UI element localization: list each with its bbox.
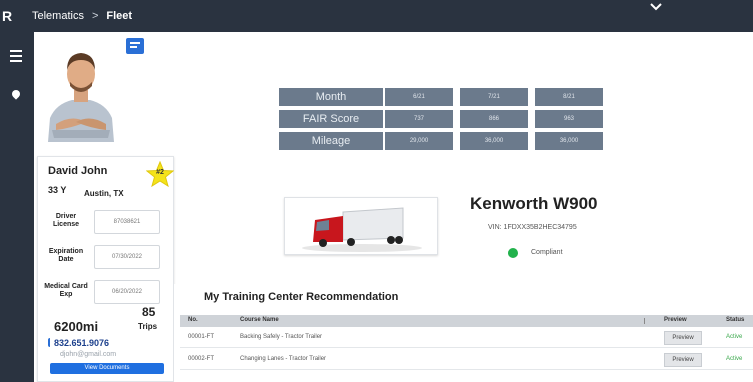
sort-icon[interactable] — [644, 318, 650, 324]
chevron-down-icon[interactable] — [650, 2, 662, 12]
trips-label: Trips — [138, 322, 158, 331]
column-header-status[interactable]: Status — [726, 317, 744, 323]
course-number: 00001-FT — [188, 334, 215, 340]
app-logo-icon[interactable]: R — [2, 8, 12, 24]
license-label: Driver License — [52, 213, 80, 228]
expiration-label: Expiration Date — [48, 248, 84, 263]
breadcrumb-current: Fleet — [106, 10, 133, 22]
training-table-header: No. Course Name Preview Status — [180, 315, 753, 327]
driver-location: Austin, TX — [84, 189, 124, 198]
course-status: Active — [726, 356, 743, 362]
medical-card-field[interactable]: 06/20/2022 — [94, 280, 160, 304]
vehicle-image-card[interactable] — [284, 197, 438, 255]
breadcrumb-root[interactable]: Telematics — [32, 10, 84, 22]
column-header-no[interactable]: No. — [188, 317, 198, 323]
course-name[interactable]: Changing Lanes - Tractor Trailer — [240, 356, 326, 362]
kpi-label: Month — [279, 88, 383, 106]
preview-button[interactable]: Preview — [664, 331, 702, 345]
location-pin-icon[interactable] — [10, 88, 22, 100]
kpi-label: FAIR Score — [279, 110, 383, 128]
kpi-label: Mileage — [279, 132, 383, 150]
preview-button[interactable]: Preview — [664, 353, 702, 367]
driver-name: David John — [48, 165, 108, 177]
training-title: My Training Center Recommendation — [204, 291, 399, 303]
truck-icon — [302, 207, 422, 252]
license-field[interactable]: 87038621 — [94, 210, 160, 234]
message-icon[interactable] — [126, 38, 144, 54]
driver-phone[interactable]: 832.651.9076 — [54, 338, 109, 348]
kpi-cell: 36,000 — [460, 132, 528, 150]
menu-icon[interactable] — [10, 50, 22, 65]
main-content: David John 33 Y Austin, TX #2 Driver Lic… — [34, 32, 753, 382]
course-name[interactable]: Backing Safely - Tractor Trailer — [240, 334, 322, 340]
driver-avatar — [42, 38, 120, 142]
vehicle-status: Compliant — [531, 249, 563, 256]
course-status: Active — [726, 334, 743, 340]
column-header-preview[interactable]: Preview — [664, 317, 687, 323]
driver-age: 33 Y — [48, 185, 67, 195]
left-sidebar — [0, 32, 34, 382]
status-indicator-icon — [508, 248, 518, 258]
rank-star-badge: #2 — [145, 160, 175, 188]
table-row[interactable]: 00002-FT Changing Lanes - Tractor Traile… — [180, 350, 753, 370]
view-documents-button[interactable]: View Documents — [50, 363, 164, 374]
course-number: 00002-FT — [188, 356, 215, 362]
kpi-cell: 737 — [385, 110, 453, 128]
rank-value: #2 — [156, 169, 164, 176]
kpi-cell: 8/21 — [535, 88, 603, 106]
breadcrumb-separator: > — [91, 10, 99, 22]
column-header-course[interactable]: Course Name — [240, 317, 279, 323]
kpi-cell: 6/21 — [385, 88, 453, 106]
breadcrumb: Telematics > Fleet — [32, 10, 132, 22]
kpi-cell: 36,000 — [535, 132, 603, 150]
driver-card: David John 33 Y Austin, TX #2 Driver Lic… — [37, 156, 175, 382]
vehicle-vin: VIN: 1FDXX35B2HEC34795 — [488, 224, 577, 231]
trips-count: 85 — [142, 305, 156, 319]
top-bar: R Telematics > Fleet — [0, 0, 753, 32]
medical-card-label: Medical Card Exp — [44, 283, 88, 298]
table-row[interactable]: 00001-FT Backing Safely - Tractor Traile… — [180, 328, 753, 348]
driver-email[interactable]: djohn@gmail.com — [60, 351, 116, 358]
kpi-cell: 7/21 — [460, 88, 528, 106]
kpi-cell: 963 — [535, 110, 603, 128]
vehicle-name: Kenworth W900 — [470, 194, 598, 213]
expiration-field[interactable]: 07/30/2022 — [94, 245, 160, 269]
kpi-cell: 29,000 — [385, 132, 453, 150]
miles-value: 6200mi — [54, 319, 99, 334]
kpi-cell: 866 — [460, 110, 528, 128]
training-recommendation-panel: My Training Center Recommendation No. Co… — [174, 284, 753, 382]
